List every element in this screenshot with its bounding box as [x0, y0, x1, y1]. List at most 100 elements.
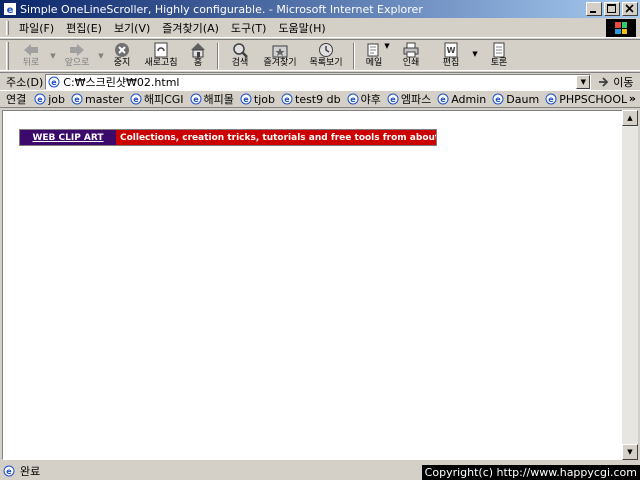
svg-text:e: e [350, 95, 356, 104]
scroll-down-button[interactable]: ▼ [622, 444, 638, 460]
menu-grip[interactable] [6, 20, 9, 35]
link-item[interactable]: e Admin [437, 93, 486, 106]
windows-logo [606, 19, 636, 37]
refresh-button[interactable]: 새로고침 [139, 40, 183, 70]
toolbar-separator [217, 43, 219, 69]
chevron-down-icon: ▼ [580, 77, 586, 86]
svg-text:e: e [548, 95, 554, 104]
go-button[interactable]: 이동 [597, 74, 634, 90]
links-overflow-button[interactable]: » [629, 92, 636, 105]
svg-text:e: e [390, 95, 396, 104]
menu-help[interactable]: 도움말(H) [272, 20, 331, 36]
forward-button[interactable]: 앞으로 [57, 40, 97, 70]
menu-edit[interactable]: 편집(E) [60, 20, 108, 36]
links-label: 연결 [6, 93, 27, 106]
ie-link-icon: e [387, 93, 399, 105]
forward-arrow-icon [70, 44, 84, 56]
mail-dropdown[interactable]: ▼ [383, 42, 391, 50]
link-item[interactable]: e 야후 [347, 91, 381, 107]
link-item[interactable]: e 해피몰 [190, 91, 234, 107]
close-icon [625, 4, 634, 13]
address-label: 주소(D) [6, 75, 44, 89]
stop-button[interactable]: 중지 [105, 40, 139, 70]
menu-bar: 파일(F) 편집(E) 보기(V) 즐겨찾기(A) 도구(T) 도움말(H) [0, 18, 640, 38]
scroller-banner: WEB CLIP ART Collections, creation trick… [19, 129, 437, 146]
svg-text:e: e [6, 467, 12, 476]
svg-text:e: e [7, 5, 14, 16]
ie-link-icon: e [34, 93, 46, 105]
address-dropdown-button[interactable]: ▼ [576, 74, 591, 89]
maximize-button[interactable] [604, 2, 620, 16]
minimize-button[interactable] [586, 2, 602, 16]
svg-text:e: e [38, 95, 44, 104]
link-item[interactable]: e Daum [492, 93, 539, 106]
svg-text:e: e [243, 95, 249, 104]
ie-link-icon: e [437, 93, 449, 105]
svg-text:e: e [284, 95, 290, 104]
link-item[interactable]: e PHPSCHOOL [545, 93, 627, 106]
page-ie-icon: e [48, 76, 60, 87]
stop-icon [115, 43, 129, 57]
page-content: WEB CLIP ART Collections, creation trick… [2, 110, 624, 460]
link-item[interactable]: e test9 db [281, 93, 341, 106]
windows-flag-icon [615, 22, 627, 34]
home-button[interactable]: 홈 [183, 40, 213, 70]
history-button[interactable]: 목록보기 [303, 40, 349, 70]
chevron-down-icon: ▼ [627, 448, 633, 456]
ie-link-icon: e [71, 93, 83, 105]
page-done-icon: e [3, 465, 15, 476]
banner-scroll-text[interactable]: Collections, creation tricks, tutorials … [116, 130, 436, 145]
banner-link-web-clip-art[interactable]: WEB CLIP ART [20, 130, 116, 145]
copyright-overlay: Copyright(c) http://www.happycgi.com [421, 465, 640, 480]
go-arrow-icon [599, 76, 609, 87]
toolbar-grip[interactable] [6, 42, 9, 70]
menu-tools[interactable]: 도구(T) [225, 20, 273, 36]
address-bar: 주소(D) e C:₩스크린샷₩02.html ▼ 이동 [0, 72, 640, 90]
menu-view[interactable]: 보기(V) [108, 20, 156, 36]
mail-icon [367, 43, 379, 57]
forward-dropdown[interactable]: ▼ [97, 52, 105, 60]
menu-favorites[interactable]: 즐겨찾기(A) [156, 20, 225, 36]
link-item[interactable]: e 엠파스 [387, 91, 431, 107]
favorites-button[interactable]: 즐겨찾기 [257, 40, 303, 70]
link-item[interactable]: e master [71, 93, 124, 106]
search-icon [233, 43, 248, 58]
svg-text:e: e [496, 95, 502, 104]
title-bar: e Simple OneLineScroller, Highly configu… [0, 0, 640, 18]
window-title: Simple OneLineScroller, Highly configura… [20, 2, 423, 16]
vertical-scrollbar[interactable]: ▲ ▼ [622, 110, 638, 460]
close-button[interactable] [622, 2, 638, 16]
toolbar-separator [353, 43, 355, 69]
link-item[interactable]: e job [34, 93, 65, 106]
svg-text:e: e [441, 95, 447, 104]
links-bar: 연결 e job e master e 해피CGI e 해피몰 e tjob e test9… [0, 90, 640, 108]
word-edit-icon: W [444, 42, 458, 58]
link-item[interactable]: e 해피CGI [130, 91, 184, 107]
ie-link-icon: e [240, 93, 252, 105]
svg-text:W: W [447, 46, 456, 55]
address-input[interactable]: e C:₩스크린샷₩02.html ▼ [45, 73, 592, 90]
print-button[interactable]: 인쇄 [391, 40, 431, 70]
menu-file[interactable]: 파일(F) [13, 20, 60, 36]
back-arrow-icon [24, 44, 38, 56]
edit-button[interactable]: W 편집 [431, 40, 471, 70]
edit-dropdown[interactable]: ▼ [471, 50, 479, 58]
refresh-icon [154, 42, 168, 58]
maximize-icon [607, 4, 616, 13]
minimize-icon [590, 11, 596, 13]
window-controls [584, 2, 638, 16]
back-button[interactable]: 뒤로 [13, 40, 49, 70]
scroll-up-button[interactable]: ▲ [622, 110, 638, 126]
discuss-button[interactable]: 토론 [479, 40, 519, 70]
status-text: 완료 [20, 464, 41, 478]
ie-link-icon: e [545, 93, 557, 105]
back-dropdown[interactable]: ▼ [49, 52, 57, 60]
ie-link-icon: e [190, 93, 202, 105]
favorites-folder-icon [272, 45, 288, 58]
link-item[interactable]: e tjob [240, 93, 275, 106]
home-icon [191, 43, 205, 58]
svg-text:e: e [133, 95, 139, 104]
svg-text:e: e [74, 95, 80, 104]
search-button[interactable]: 검색 [223, 40, 257, 70]
chevron-up-icon: ▲ [627, 114, 633, 122]
